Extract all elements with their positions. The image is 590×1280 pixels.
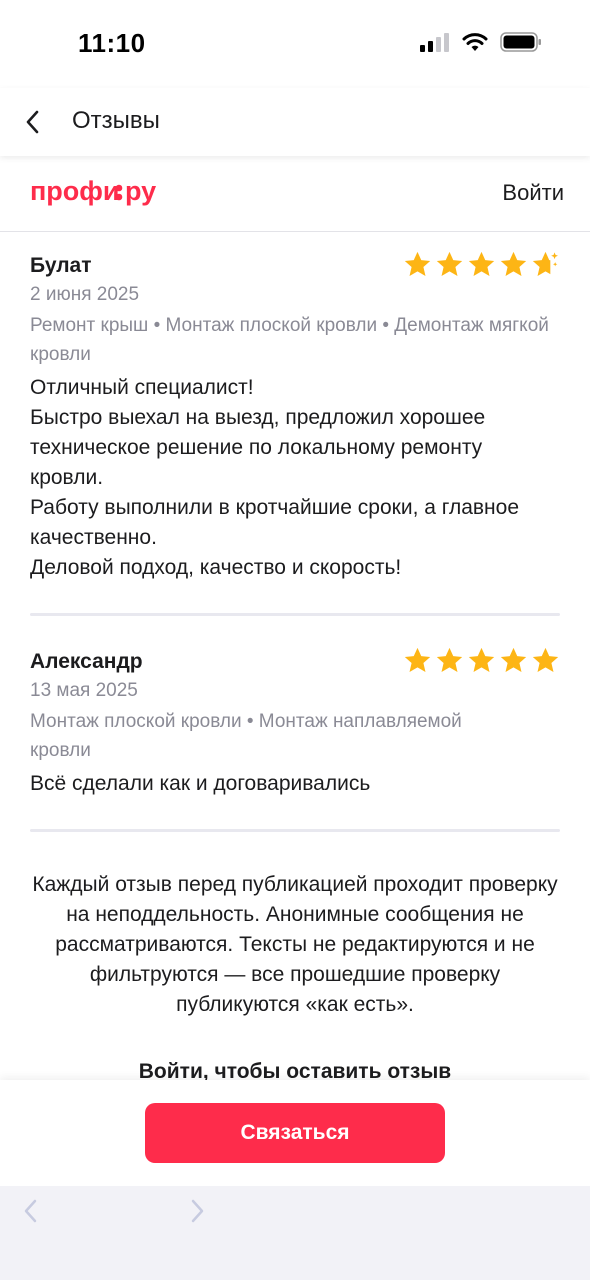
chevron-right-icon bbox=[191, 1199, 204, 1223]
review-date: 2 июня 2025 bbox=[30, 284, 140, 305]
star-icon bbox=[500, 647, 527, 672]
contact-button[interactable]: Связаться bbox=[145, 1103, 445, 1163]
cellular-signal-icon bbox=[420, 33, 449, 52]
status-icons bbox=[420, 32, 542, 52]
review-text: Отличный специалист! Быстро выехал на вы… bbox=[30, 376, 519, 579]
reviewer-name: Булат bbox=[30, 254, 92, 277]
site-header: профи ру Войти bbox=[0, 156, 590, 232]
profi-logo[interactable]: профи ру bbox=[30, 175, 175, 214]
divider bbox=[30, 829, 560, 832]
browser-back-button[interactable] bbox=[20, 1198, 44, 1224]
wifi-icon bbox=[462, 33, 488, 51]
login-link[interactable]: Войти bbox=[502, 180, 564, 206]
moderation-disclaimer: Каждый отзыв перед публикацией проходит … bbox=[32, 873, 558, 1016]
page-title: Отзывы bbox=[72, 107, 160, 134]
review-services: Ремонт крыш • Монтаж плоской кровли • Де… bbox=[30, 315, 549, 365]
review-card: Александр 13 мая 2025 Монтаж плоской кро… bbox=[30, 647, 560, 810]
review-date: 13 мая 2025 bbox=[30, 680, 138, 701]
profi-logo-image: профи ру bbox=[30, 176, 156, 206]
review-card: Булат 2 июня 2025 Ремонт крыш • Монтаж п… bbox=[30, 251, 560, 594]
star-icon bbox=[404, 647, 431, 672]
chevron-left-icon bbox=[26, 110, 39, 134]
star-icon bbox=[436, 647, 463, 672]
browser-forward-button[interactable] bbox=[184, 1198, 208, 1224]
reviewer-name: Александр bbox=[30, 650, 143, 673]
partial-star-icon bbox=[532, 251, 558, 276]
chevron-left-icon bbox=[24, 1199, 37, 1223]
status-bar: 11:10 bbox=[0, 0, 590, 88]
review-services: Монтаж плоской кровли • Монтаж наплавляе… bbox=[30, 711, 462, 761]
battery-icon bbox=[500, 32, 541, 52]
back-button[interactable] bbox=[18, 106, 50, 138]
star-icon bbox=[500, 251, 527, 276]
star-icon bbox=[468, 647, 495, 672]
star-icon bbox=[532, 647, 559, 672]
bottom-action-panel: Связаться bbox=[0, 1080, 590, 1186]
divider bbox=[30, 613, 560, 616]
star-icon bbox=[468, 251, 495, 276]
svg-text:ру: ру bbox=[125, 176, 156, 206]
status-time: 11:10 bbox=[78, 28, 146, 58]
star-icon bbox=[404, 251, 431, 276]
svg-text:профи: профи bbox=[30, 176, 120, 206]
browser-toolbar bbox=[0, 1186, 590, 1280]
review-text: Всё сделали как и договаривались bbox=[30, 772, 371, 795]
star-rating bbox=[403, 250, 560, 279]
star-icon bbox=[436, 251, 463, 276]
nav-header: Отзывы bbox=[0, 88, 590, 156]
star-rating bbox=[403, 646, 560, 675]
